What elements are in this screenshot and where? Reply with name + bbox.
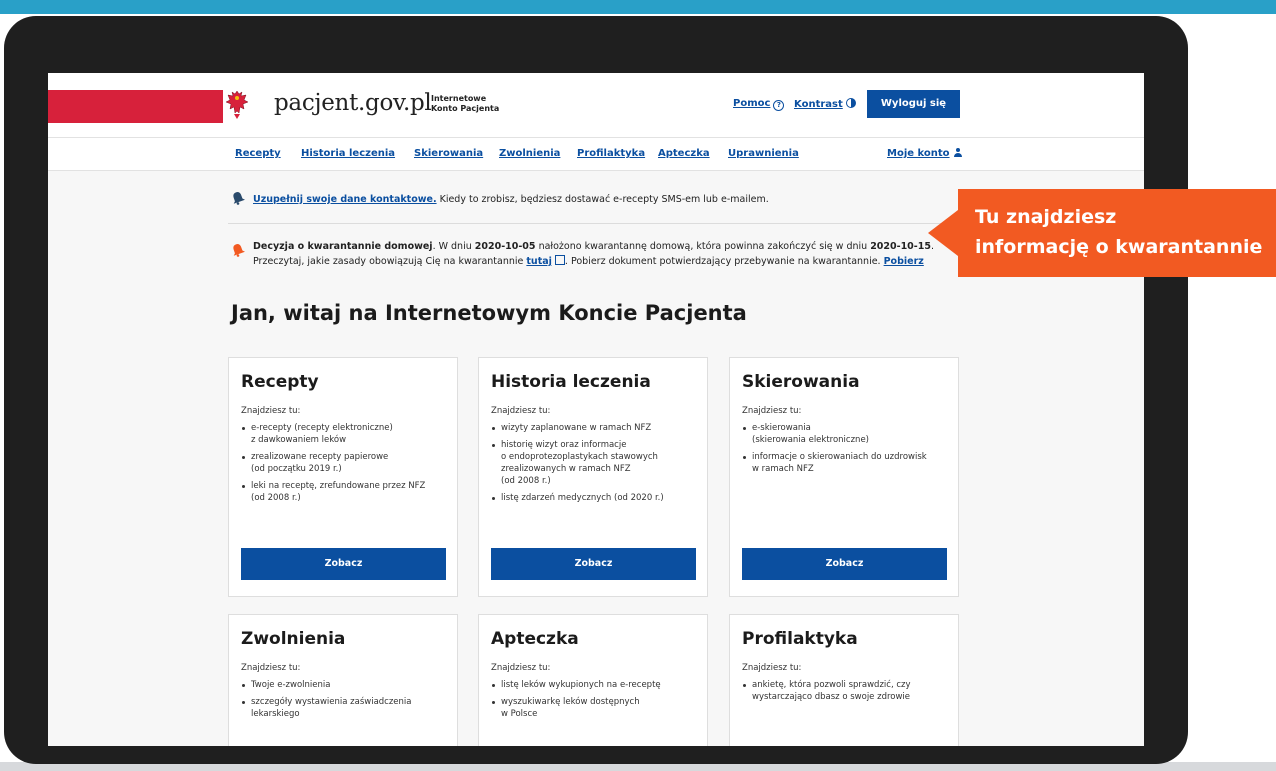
question-icon: ? bbox=[773, 100, 785, 111]
quarantine-text-1: . W dniu bbox=[432, 241, 475, 252]
card-title: Zwolnienia bbox=[241, 629, 346, 649]
user-icon bbox=[953, 148, 962, 157]
browser-screen: pacjent.gov.pl Internetowe Konto Pacjent… bbox=[48, 73, 1144, 746]
tablet-frame: pacjent.gov.pl Internetowe Konto Pacjent… bbox=[4, 16, 1188, 764]
contrast-icon bbox=[845, 98, 856, 108]
callout-line-2: informację o kwarantannie bbox=[975, 236, 1263, 258]
quarantine-text-5: . Pobierz dokument potwierdzający przeby… bbox=[564, 256, 884, 267]
card-profilaktyka: Profilaktyka Znajdziesz tu: ankietę, któ… bbox=[729, 614, 959, 746]
help-label: Pomoc bbox=[733, 98, 771, 109]
quarantine-rules-link[interactable]: tutaj bbox=[526, 256, 552, 267]
quarantine-notice: Decyzja o kwarantannie domowej. W dniu 2… bbox=[253, 239, 943, 269]
callout-text: Tu znajdziesz informację o kwarantannie bbox=[975, 202, 1262, 262]
site-header: pacjent.gov.pl Internetowe Konto Pacjent… bbox=[48, 73, 1144, 137]
notice-divider bbox=[228, 223, 961, 224]
list-item: e-skierowania (skierowania elektroniczne… bbox=[742, 422, 946, 446]
list-item: historię wizyt oraz informacje o endopro… bbox=[491, 439, 695, 487]
page-title: Jan, witaj na Internetowym Koncie Pacjen… bbox=[231, 301, 747, 325]
contrast-label: Kontrast bbox=[794, 99, 843, 110]
list-item: leki na receptę, zrefundowane przez NFZ … bbox=[241, 480, 445, 504]
card-list: e-recepty (recepty elektroniczne) z dawk… bbox=[241, 422, 445, 504]
list-item: listę zdarzeń medycznych (od 2020 r.) bbox=[491, 492, 695, 504]
flag-band bbox=[48, 90, 223, 123]
list-item: szczegóły wystawienia zaświadczenia leka… bbox=[241, 696, 445, 720]
quarantine-text-2: nałożono kwarantannę domową, która powin… bbox=[535, 241, 871, 252]
card-title: Recepty bbox=[241, 372, 319, 392]
nav-item-skierowania[interactable]: Skierowania bbox=[414, 148, 483, 159]
quarantine-text-4: Przeczytaj, jakie zasady obowiązują Cię … bbox=[253, 256, 527, 267]
contact-data-link[interactable]: Uzupełnij swoje dane kontaktowe. bbox=[253, 194, 437, 205]
card-recepty: Recepty Znajdziesz tu: e-recepty (recept… bbox=[228, 357, 458, 597]
contrast-toggle[interactable]: Kontrast bbox=[794, 98, 856, 110]
help-link[interactable]: Pomoc? bbox=[733, 98, 785, 111]
card-title: Apteczka bbox=[491, 629, 579, 649]
list-item: ankietę, która pozwoli sprawdzić, czy wy… bbox=[742, 679, 946, 703]
quarantine-bell-icon bbox=[233, 244, 245, 257]
card-intro: Znajdziesz tu: bbox=[241, 406, 301, 416]
logo-subtitle: Internetowe Konto Pacjenta bbox=[431, 94, 499, 114]
callout-line-1: Tu znajdziesz bbox=[975, 206, 1117, 228]
list-item: listę leków wykupionych na e-receptę bbox=[491, 679, 695, 691]
card-title: Skierowania bbox=[742, 372, 860, 392]
top-accent-bar bbox=[0, 0, 1276, 14]
bell-icon bbox=[233, 192, 245, 205]
list-item: wizyty zaplanowane w ramach NFZ bbox=[491, 422, 695, 434]
quarantine-end-date: 2020-10-15 bbox=[870, 241, 931, 252]
eagle-emblem-icon bbox=[225, 90, 249, 119]
quarantine-title: Decyzja o kwarantannie domowej bbox=[253, 241, 433, 252]
my-account-label: Moje konto bbox=[887, 148, 950, 159]
download-link[interactable]: Pobierz bbox=[884, 256, 924, 267]
card-title: Profilaktyka bbox=[742, 629, 858, 649]
card-intro: Znajdziesz tu: bbox=[491, 406, 551, 416]
quarantine-start-date: 2020-10-05 bbox=[474, 241, 536, 252]
card-apteczka: Apteczka Znajdziesz tu: listę leków wyku… bbox=[478, 614, 708, 746]
card-list: e-skierowania (skierowania elektroniczne… bbox=[742, 422, 946, 475]
site-logo[interactable]: pacjent.gov.pl bbox=[274, 90, 432, 116]
list-item: zrealizowane recepty papierowe (od począ… bbox=[241, 451, 445, 475]
card-list: listę leków wykupionych na e-receptę wys… bbox=[491, 679, 695, 720]
card-list: Twoje e-zwolnienia szczegóły wystawienia… bbox=[241, 679, 445, 720]
logo-subtitle-line1: Internetowe bbox=[431, 94, 487, 103]
list-item: Twoje e-zwolnienia bbox=[241, 679, 445, 691]
card-intro: Znajdziesz tu: bbox=[241, 663, 301, 673]
nav-item-recepty[interactable]: Recepty bbox=[235, 148, 281, 159]
view-historia-button[interactable]: Zobacz bbox=[491, 548, 696, 580]
nav-item-profilaktyka[interactable]: Profilaktyka bbox=[577, 148, 645, 159]
logo-subtitle-line2: Konto Pacjenta bbox=[431, 104, 500, 113]
card-list: ankietę, która pozwoli sprawdzić, czy wy… bbox=[742, 679, 946, 703]
view-skierowania-button[interactable]: Zobacz bbox=[742, 548, 947, 580]
card-skierowania: Skierowania Znajdziesz tu: e-skierowania… bbox=[729, 357, 959, 597]
card-zwolnienia: Zwolnienia Znajdziesz tu: Twoje e-zwolni… bbox=[228, 614, 458, 746]
nav-item-uprawnienia[interactable]: Uprawnienia bbox=[728, 148, 799, 159]
contact-notice: Uzupełnij swoje dane kontaktowe. Kiedy t… bbox=[253, 192, 769, 207]
nav-item-apteczka[interactable]: Apteczka bbox=[658, 148, 710, 159]
callout-arrow bbox=[928, 210, 958, 256]
card-historia-leczenia: Historia leczenia Znajdziesz tu: wizyty … bbox=[478, 357, 708, 597]
card-intro: Znajdziesz tu: bbox=[742, 406, 802, 416]
card-intro: Znajdziesz tu: bbox=[491, 663, 551, 673]
logout-button[interactable]: Wyloguj się bbox=[867, 90, 960, 118]
contact-notice-text: Kiedy to zrobisz, będziesz dostawać e-re… bbox=[436, 194, 769, 205]
card-title: Historia leczenia bbox=[491, 372, 651, 392]
card-intro: Znajdziesz tu: bbox=[742, 663, 802, 673]
nav-item-zwolnienia[interactable]: Zwolnienia bbox=[499, 148, 560, 159]
card-list: wizyty zaplanowane w ramach NFZ historię… bbox=[491, 422, 695, 504]
nav-item-my-account[interactable]: Moje konto bbox=[887, 148, 962, 159]
list-item: e-recepty (recepty elektroniczne) z dawk… bbox=[241, 422, 445, 446]
external-link-icon bbox=[554, 255, 565, 265]
nav-item-historia-leczenia[interactable]: Historia leczenia bbox=[301, 148, 395, 159]
main-nav: Recepty Historia leczenia Skierowania Zw… bbox=[48, 137, 1144, 171]
view-recepty-button[interactable]: Zobacz bbox=[241, 548, 446, 580]
list-item: informacje o skierowaniach do uzdrowisk … bbox=[742, 451, 946, 475]
list-item: wyszukiwarkę leków dostępnych w Polsce bbox=[491, 696, 695, 720]
